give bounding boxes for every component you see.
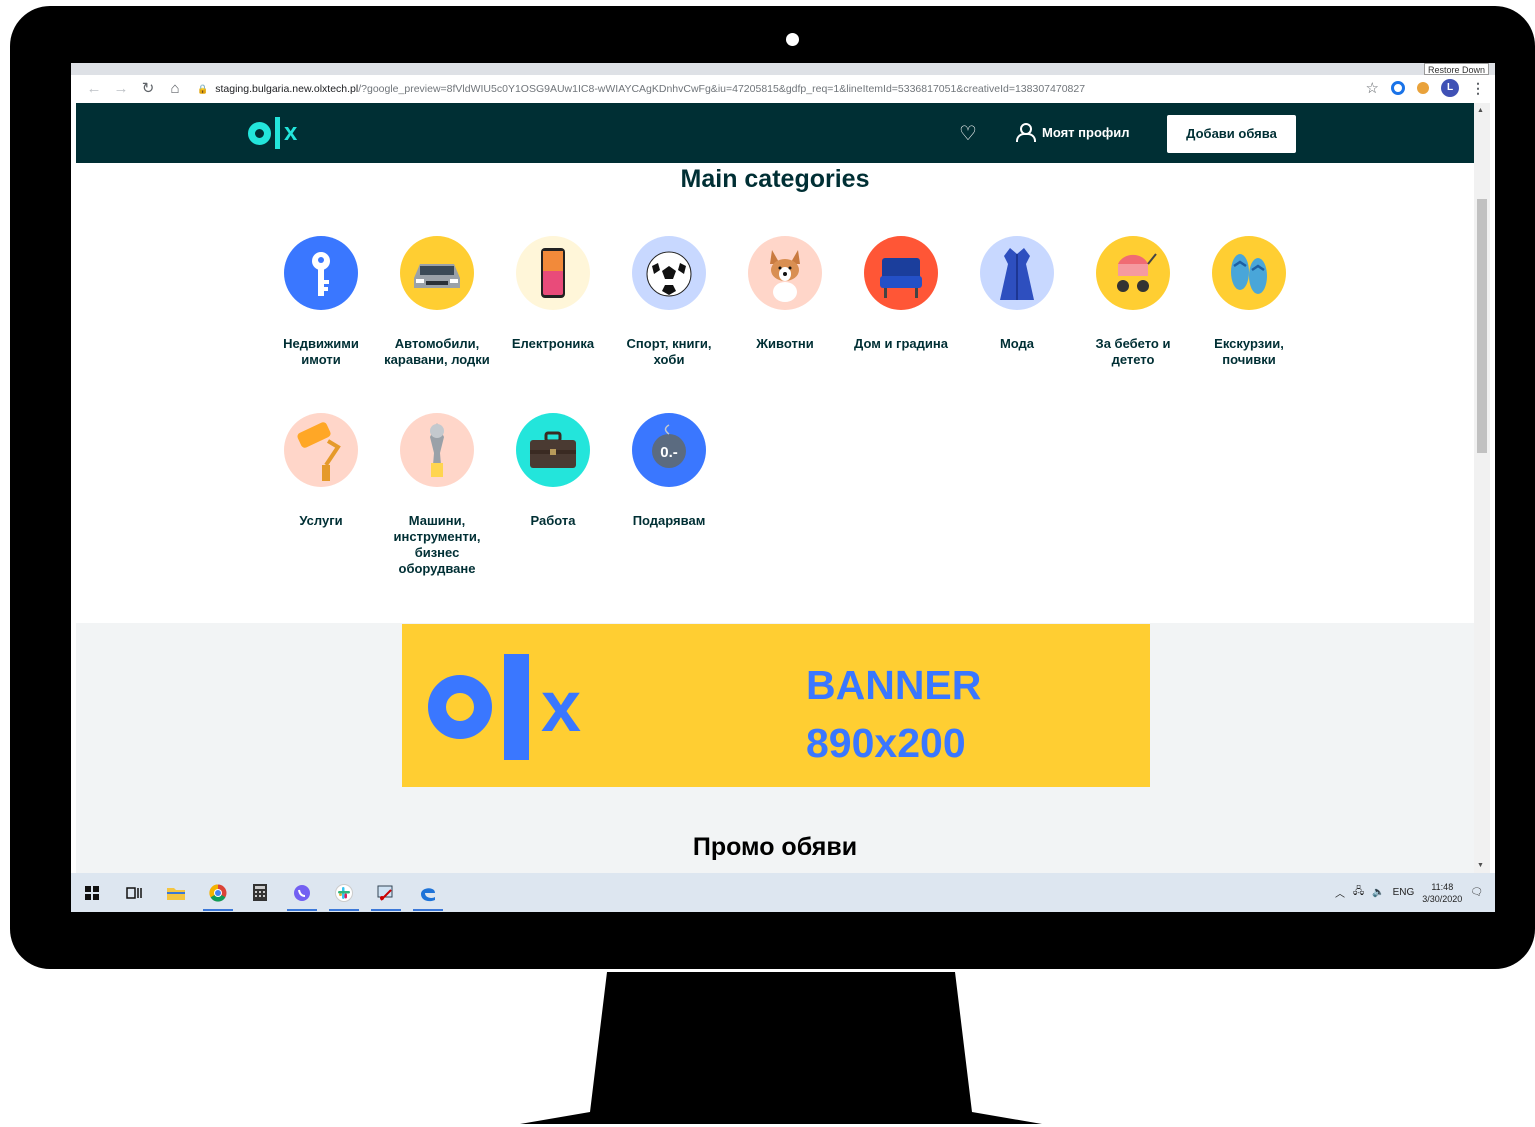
category-label: Животни [756,336,814,351]
network-icon[interactable]: 🖧 [1353,884,1364,901]
url-host: staging.bulgaria.new.olxtech.pl [215,83,359,95]
calculator-icon[interactable] [239,873,281,912]
webcam [786,33,799,46]
page-viewport: x ♡ Моят профил Добави обява Main catego… [76,103,1474,873]
category-item[interactable]: За бебето и детето [1078,236,1188,368]
category-label: Спорт, книги, хоби [626,336,712,367]
post-ad-button[interactable]: Добави обява [1167,115,1296,153]
lock-icon: 🔒 [197,83,209,94]
category-label: Машини, инструменти, бизнес оборудване [393,513,481,576]
volume-icon[interactable]: 🔈 [1372,887,1384,898]
category-item[interactable]: 0.- Подарявам [614,413,724,529]
banner-line-2: 890x200 [806,720,966,766]
windows-start-icon[interactable] [71,873,113,912]
category-label: Автомобили, каравани, лодки [384,336,490,367]
forward-icon[interactable]: → [112,80,130,98]
my-profile-label: Моят профил [1042,124,1130,140]
category-item[interactable]: Мода [962,236,1072,352]
dog-icon [748,236,822,310]
language-indicator[interactable]: ENG [1393,887,1415,898]
promo-ads-title: Промо обяви [692,833,858,861]
my-profile-link[interactable]: Моят профил [1016,123,1130,142]
category-item[interactable]: Услуги [266,413,376,529]
category-item[interactable]: Спорт, книги, хоби [614,236,724,368]
category-item[interactable]: Електроника [498,236,608,352]
main-categories-title: Main categories [680,165,870,193]
category-label: Екскурзии, почивки [1214,336,1284,367]
scroll-up-arrow-icon[interactable]: ▲ [1477,107,1484,114]
banner-olx-logo: x [428,654,581,760]
category-label: Електроника [511,336,595,351]
home-icon[interactable]: ⌂ [166,80,184,98]
clock-time: 11:48 [1431,881,1454,892]
category-item[interactable]: Екскурзии, почивки [1194,236,1304,368]
category-label: Мода [999,336,1035,351]
category-label: Подарявам [632,513,706,528]
file-explorer-icon[interactable] [155,873,197,912]
url-path: /?google_preview=8fVldWIU5c0Y1OSG9AUw1IC… [358,83,1086,95]
price-tag-text: 0.- [660,444,678,461]
banner-line-1: BANNER [806,662,982,708]
screen: Restore Down ← → ↻ ⌂ 🔒 staging.bulgaria.… [71,63,1495,912]
slack-icon[interactable] [323,873,365,912]
category-item[interactable]: Дом и градина [846,236,956,352]
site-header: x ♡ Моят профил Добави обява [76,103,1474,163]
banner-text: BANNER 890x200 [806,656,981,772]
system-tray: ︿ 🖧 🔈 ENG 11:48 3/30/2020 🗨 [1335,873,1495,912]
profile-avatar[interactable]: L [1441,79,1459,97]
windows-taskbar: ︿ 🖧 🔈 ENG 11:48 3/30/2020 🗨 [71,873,1495,912]
page-scrollbar[interactable]: ▲ ▼ [1474,103,1490,873]
armchair-icon [864,236,938,310]
paint-roller-icon [284,413,358,487]
notifications-icon[interactable]: 🗨 [1470,887,1483,898]
dress-icon [980,236,1054,310]
phone-icon [516,236,590,310]
scroll-thumb[interactable] [1477,199,1487,453]
reload-icon[interactable]: ↻ [139,80,157,98]
category-label: Недвижими имоти [283,336,359,367]
tray-chevron-icon[interactable]: ︿ [1335,885,1345,900]
chrome-icon[interactable] [197,873,239,912]
tab-strip: Restore Down [71,63,1495,75]
wrench-icon [400,413,474,487]
category-item[interactable]: Машини, инструменти, бизнес оборудване [382,413,492,577]
scroll-down-arrow-icon[interactable]: ▼ [1477,862,1484,869]
viber-icon[interactable] [281,873,323,912]
category-label: Услуги [299,513,343,528]
edge-icon[interactable] [407,873,449,912]
category-label: За бебето и детето [1095,336,1171,367]
restore-down-tooltip: Restore Down [1423,63,1489,75]
bookmark-star-icon[interactable]: ☆ [1366,79,1379,97]
category-item[interactable]: Недвижими имоти [266,236,376,368]
clock[interactable]: 11:48 3/30/2020 [1422,881,1462,905]
category-item[interactable]: Животни [730,236,840,352]
browser-menu-icon[interactable]: ⋮ [1471,80,1485,97]
monitor-stand [520,972,1042,1124]
stroller-icon [1096,236,1170,310]
ad-banner[interactable]: x BANNER 890x200 [402,624,1150,787]
favorites-heart-icon[interactable]: ♡ [959,121,977,146]
flip-flops-icon [1212,236,1286,310]
soccer-ball-icon [632,236,706,310]
olx-logo[interactable]: x [248,117,297,149]
user-icon [1016,123,1036,142]
category-item[interactable]: Работа [498,413,608,529]
key-icon [284,236,358,310]
briefcase-icon [516,413,590,487]
price-tag-icon: 0.- [632,413,706,487]
address-bar[interactable]: 🔒 staging.bulgaria.new.olxtech.pl /?goog… [197,78,1327,100]
browser-toolbar: ← → ↻ ⌂ 🔒 staging.bulgaria.new.olxtech.p… [71,75,1495,103]
category-item[interactable]: Автомобили, каравани, лодки [382,236,492,368]
category-label: Дом и градина [854,336,948,351]
cookie-extension-icon[interactable] [1417,82,1429,94]
clock-date: 3/30/2020 [1422,893,1463,904]
snipping-tool-icon[interactable] [365,873,407,912]
task-view-icon[interactable] [113,873,155,912]
car-icon [400,236,474,310]
back-icon[interactable]: ← [85,80,103,98]
opera-extension-icon[interactable] [1391,81,1405,95]
category-label: Работа [530,513,576,528]
